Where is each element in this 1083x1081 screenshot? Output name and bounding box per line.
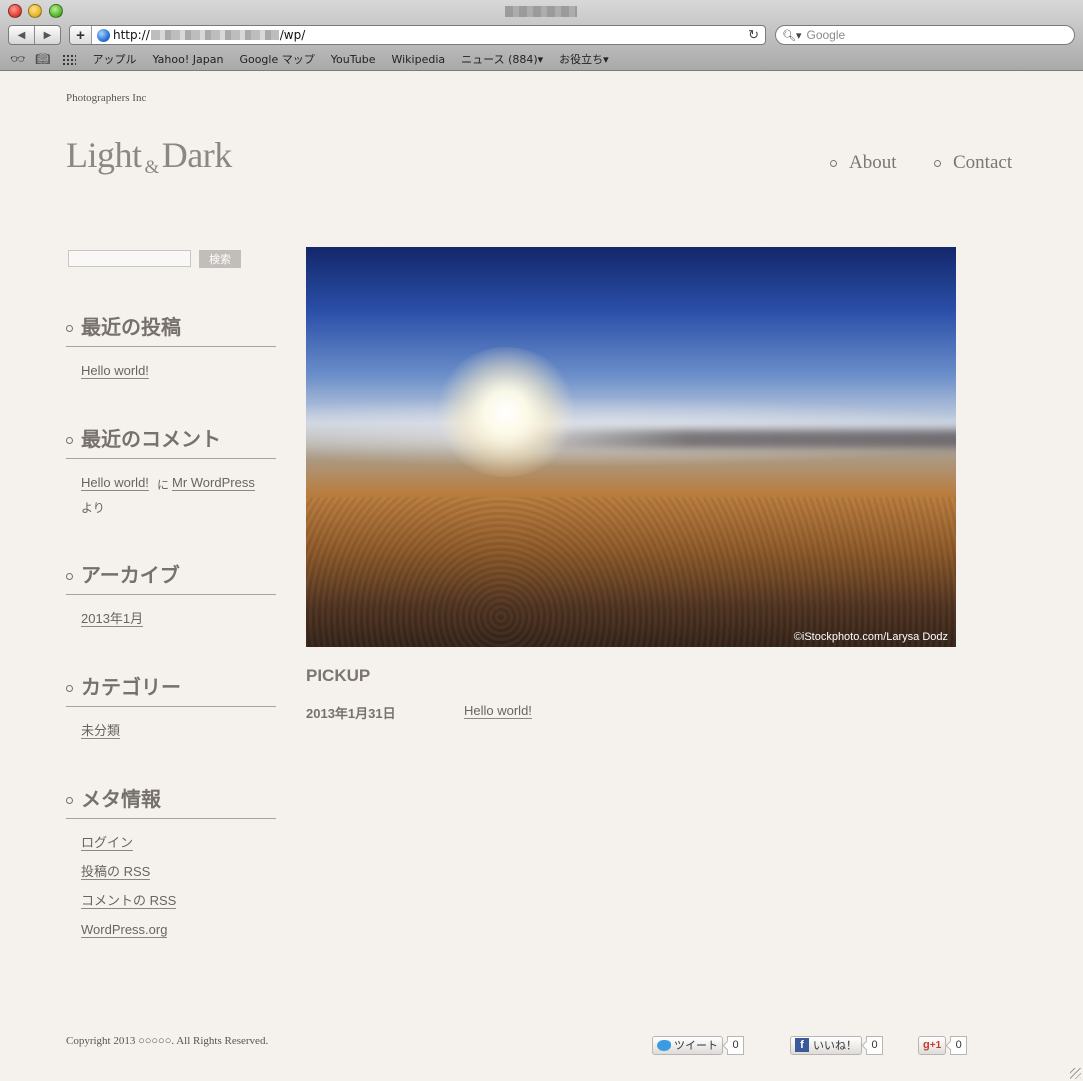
nav-about[interactable]: About: [830, 152, 897, 174]
site-description: Photographers Inc: [66, 92, 147, 104]
like-button[interactable]: f いいね！: [790, 1035, 862, 1055]
search-icon[interactable]: 🔍︎▾: [782, 29, 802, 42]
forward-arrow-icon: ▶: [43, 29, 52, 41]
comment-author-link[interactable]: Mr WordPress: [172, 475, 255, 491]
hero-cloud-band: [506, 430, 956, 448]
reading-list-icon[interactable]: 👓︎: [10, 52, 25, 66]
twitter-bird-icon: [657, 1039, 671, 1051]
search-placeholder: Google: [806, 28, 846, 42]
logo-light: Light: [66, 135, 142, 175]
plusone-label: +1: [929, 1039, 942, 1051]
widget-title-categories: カテゴリー: [66, 671, 276, 707]
address-bar[interactable]: + http:// /wp/ ↻: [69, 25, 766, 45]
hero-image-credit: ©iStockphoto.com/Larysa Dodz: [793, 631, 948, 643]
pickup-post-link[interactable]: Hello world!: [464, 703, 532, 719]
url-suffix: /wp/: [279, 28, 306, 42]
circle-bullet-icon: [830, 159, 837, 167]
window-title-redacted: [505, 6, 577, 17]
bookmark-news-folder[interactable]: ニュース (884)▾: [461, 51, 543, 67]
widget-title-recent-posts: 最近の投稿: [66, 311, 276, 347]
back-button[interactable]: ◀: [9, 26, 34, 44]
meta-wordpress-org-link[interactable]: WordPress.org: [81, 922, 168, 938]
browser-chrome: ◀ ▶ + http:// /wp/ ↻ 🔍︎▾ Google 👓︎ 📖︎ アッ…: [0, 0, 1083, 71]
bookmark-google-maps[interactable]: Google マップ: [239, 51, 314, 67]
widget-title-text: メタ情報: [81, 789, 161, 811]
tweet-count: 0: [727, 1035, 744, 1055]
circle-bullet-icon: [66, 797, 73, 804]
plusone-widget: g +1 0: [918, 1035, 968, 1055]
bookmark-youtube[interactable]: YouTube: [331, 53, 376, 66]
sidebar-search-input[interactable]: [68, 250, 191, 267]
meta-comments-rss-link[interactable]: コメントの RSS: [81, 893, 177, 909]
google-plus-icon: g: [923, 1039, 930, 1051]
bookmarks-book-icon[interactable]: 📖︎: [35, 52, 50, 66]
logo-ampersand: &: [144, 157, 160, 178]
nav-about-link[interactable]: About: [849, 152, 897, 174]
like-count: 0: [866, 1035, 883, 1055]
widget-title-text: 最近のコメント: [81, 429, 221, 451]
circle-bullet-icon: [66, 325, 73, 332]
archive-link[interactable]: 2013年1月: [81, 611, 144, 627]
tweet-label: ツイート: [674, 1040, 718, 1052]
comment-connector-ni: に: [157, 478, 170, 492]
tweet-widget: ツイート 0: [652, 1035, 744, 1055]
like-label: いいね！: [813, 1040, 857, 1052]
minimize-window-button[interactable]: [28, 4, 42, 18]
recent-post-link[interactable]: Hello world!: [81, 363, 149, 379]
widget-title-recent-comments: 最近のコメント: [66, 423, 276, 459]
widget-title-text: カテゴリー: [81, 677, 181, 699]
widget-title-archives: アーカイブ: [66, 559, 276, 595]
circle-bullet-icon: [66, 573, 73, 580]
site-logo[interactable]: Light &Dark: [66, 134, 232, 178]
url-text[interactable]: http:// /wp/: [113, 28, 305, 42]
widget-title-text: アーカイブ: [81, 565, 180, 587]
forward-button[interactable]: ▶: [34, 26, 60, 44]
back-arrow-icon: ◀: [17, 29, 26, 41]
bookmark-apple[interactable]: アップル: [92, 51, 136, 67]
reload-icon[interactable]: ↻: [748, 27, 759, 43]
add-bookmark-button[interactable]: +: [70, 26, 92, 44]
bookmark-yahoo-japan[interactable]: Yahoo! Japan: [152, 53, 223, 66]
url-redacted-segment: [150, 30, 279, 40]
bookmark-wikipedia[interactable]: Wikipedia: [391, 53, 445, 66]
top-sites-grid-icon[interactable]: [62, 53, 77, 65]
bookmark-useful-folder[interactable]: お役立ち▾: [559, 51, 609, 67]
facebook-f-icon: f: [795, 1038, 809, 1052]
hero-cloud-texture: [306, 497, 956, 647]
sidebar-search-button[interactable]: 検索: [199, 250, 241, 268]
copyright-text: Copyright 2013 ○○○○○. All Rights Reserve…: [66, 1035, 269, 1047]
comment-post-link[interactable]: Hello world!: [81, 475, 149, 491]
widget-title-text: 最近の投稿: [81, 317, 181, 339]
circle-bullet-icon: [66, 437, 73, 444]
hero-image: ©iStockphoto.com/Larysa Dodz: [306, 247, 956, 647]
plusone-count: 0: [950, 1035, 968, 1055]
like-widget: f いいね！ 0: [790, 1035, 883, 1055]
url-prefix: http://: [113, 28, 150, 42]
meta-login-link[interactable]: ログイン: [81, 835, 134, 851]
circle-bullet-icon: [66, 685, 73, 692]
nav-contact[interactable]: Contact: [934, 152, 1012, 174]
history-nav: ◀ ▶: [8, 25, 61, 45]
window-resize-grip[interactable]: [1070, 1068, 1081, 1079]
globe-icon: [97, 28, 110, 42]
meta-posts-rss-link[interactable]: 投稿の RSS: [81, 864, 151, 880]
logo-dark: Dark: [161, 135, 232, 175]
comment-connector-yori: より: [81, 501, 105, 515]
plusone-button[interactable]: g +1: [918, 1035, 947, 1055]
nav-contact-link[interactable]: Contact: [953, 152, 1012, 174]
pickup-date: 2013年1月31日: [306, 706, 396, 721]
widget-title-meta: メタ情報: [66, 783, 276, 819]
zoom-window-button[interactable]: [49, 4, 63, 18]
bookmarks-bar: 👓︎ 📖︎ アップル Yahoo! Japan Google マップ YouTu…: [0, 50, 1083, 68]
category-link[interactable]: 未分類: [81, 723, 121, 739]
close-window-button[interactable]: [8, 4, 22, 18]
browser-search-field[interactable]: 🔍︎▾ Google: [775, 25, 1075, 45]
title-bar: [0, 0, 1083, 22]
hero-sun: [436, 347, 576, 477]
circle-bullet-icon: [934, 159, 941, 167]
pickup-heading: PICKUP: [306, 666, 371, 685]
tweet-button[interactable]: ツイート: [652, 1035, 723, 1055]
